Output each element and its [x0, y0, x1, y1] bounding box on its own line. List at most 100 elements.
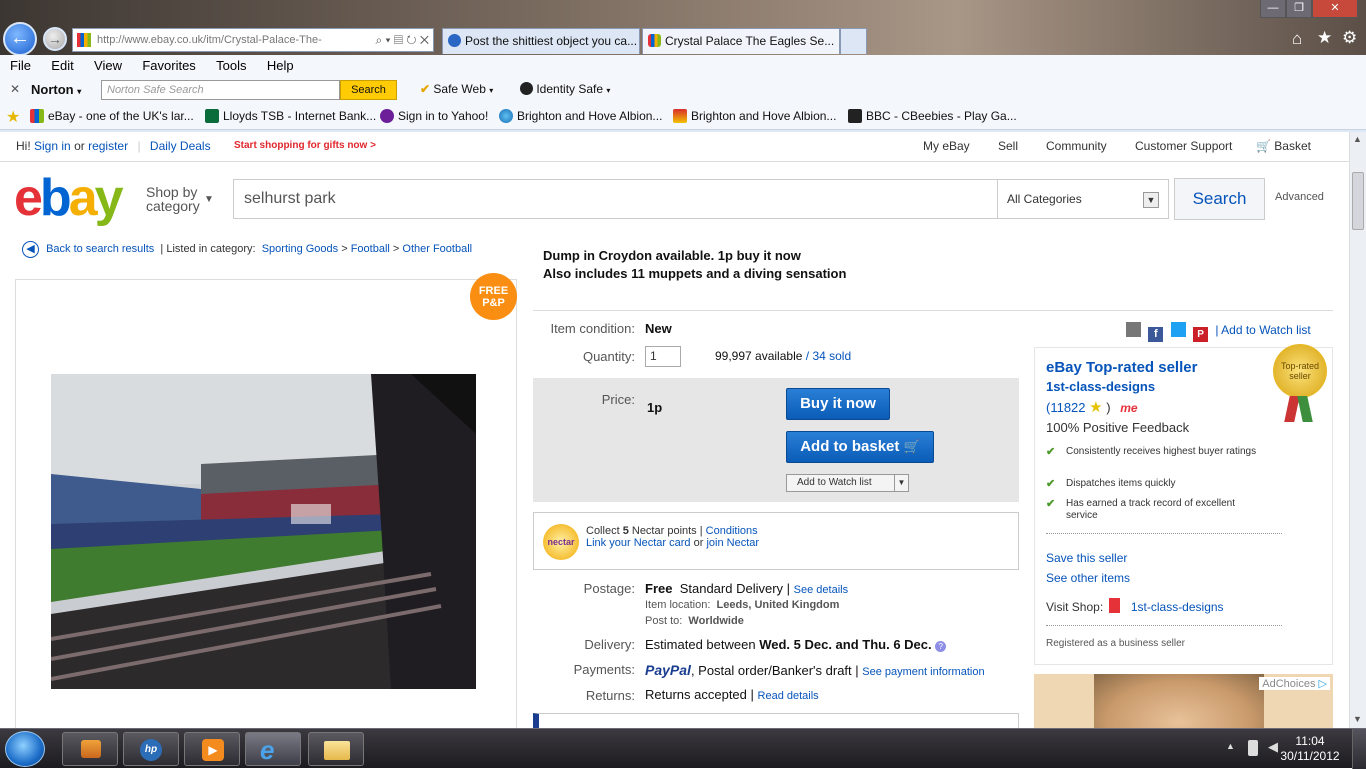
tray-power-icon[interactable]	[1248, 740, 1258, 756]
back-arrow-icon[interactable]: ◀	[22, 241, 39, 258]
safe-web-button[interactable]: ✔ Safe Web ▾	[420, 82, 493, 96]
taskbar-hp[interactable]: hp	[123, 732, 179, 766]
taskbar-app-1[interactable]	[62, 732, 118, 766]
fav-brighton-2[interactable]: Brighton and Hove Albion...	[673, 109, 836, 123]
breadcrumb-other-football[interactable]: Other Football	[402, 243, 472, 255]
shop-by-category-button[interactable]: Shop by category ▼	[146, 185, 214, 213]
address-bar[interactable]: http://www.ebay.co.uk/itm/Crystal-Palace…	[72, 28, 434, 52]
tab-post-shittiest[interactable]: Post the shittiest object you ca...	[442, 28, 640, 54]
sign-in-link[interactable]: Sign in	[34, 139, 71, 153]
maximize-button[interactable]: ❐	[1286, 0, 1312, 18]
forward-button[interactable]: →	[43, 27, 67, 51]
favorites-star-icon[interactable]: ★	[6, 107, 20, 127]
minimize-button[interactable]: —	[1260, 0, 1286, 18]
gift-promo-link[interactable]: Start shopping for gifts now >	[234, 140, 376, 151]
chevron-down-icon[interactable]: ▼	[894, 475, 908, 491]
watch-label: Add to Watch list	[797, 477, 872, 488]
shop-name-link[interactable]: 1st-class-designs	[1131, 600, 1224, 614]
norton-search-button[interactable]: Search	[340, 80, 397, 100]
start-button[interactable]	[5, 731, 45, 767]
link-nectar-card-link[interactable]: Link your Nectar card	[586, 537, 691, 549]
pinterest-icon[interactable]: P	[1193, 327, 1209, 342]
menu-tools[interactable]: Tools	[206, 55, 253, 73]
taskbar-clock[interactable]: 11:04 30/11/2012	[1280, 734, 1340, 764]
see-other-items-link[interactable]: See other items	[1046, 571, 1130, 585]
advertisement[interactable]: AdChoices ▷	[1034, 674, 1333, 728]
adchoices-label[interactable]: AdChoices ▷	[1259, 677, 1330, 690]
close-toolbar-icon[interactable]: ✕	[10, 82, 20, 96]
email-icon[interactable]	[1126, 322, 1141, 337]
breadcrumb-sporting-goods[interactable]: Sporting Goods	[262, 243, 338, 255]
fav-bbc[interactable]: BBC - CBeebies - Play Ga...	[848, 109, 1017, 123]
quantity-input[interactable]: 1	[645, 346, 681, 367]
safe-web-label: Safe Web	[433, 82, 486, 96]
ebay-logo[interactable]: ebay	[14, 170, 124, 226]
taskbar-explorer[interactable]	[308, 732, 364, 766]
menu-file[interactable]: File	[0, 55, 38, 73]
menu-view[interactable]: View	[84, 55, 129, 73]
identity-safe-button[interactable]: Identity Safe ▾	[520, 82, 610, 96]
menu-help[interactable]: Help	[257, 55, 301, 73]
home-icon[interactable]: ⌂	[1292, 29, 1302, 49]
search-button[interactable]: Search	[1174, 178, 1265, 220]
add-to-watch-list-button[interactable]: Add to Watch list ▼	[786, 474, 909, 492]
item-photo-stadium[interactable]	[51, 374, 476, 689]
nectar-conditions-link[interactable]: Conditions	[706, 525, 758, 537]
fav-yahoo[interactable]: Sign in to Yahoo!	[380, 109, 488, 123]
daily-deals-link[interactable]: Daily Deals	[150, 139, 211, 153]
add-to-watch-list-link[interactable]: | Add to Watch list	[1215, 323, 1310, 337]
sold-count-link[interactable]: 34 sold	[812, 349, 851, 363]
add-to-basket-button[interactable]: Add to basket 🛒	[786, 431, 934, 463]
read-details-link[interactable]: Read details	[758, 690, 819, 702]
norton-brand[interactable]: Norton ▾	[31, 82, 81, 97]
fav-lloyds[interactable]: Lloyds TSB - Internet Bank...	[205, 109, 376, 123]
save-seller-link[interactable]: Save this seller	[1046, 551, 1127, 565]
new-tab-button[interactable]	[840, 28, 867, 54]
hp-icon: hp	[140, 739, 162, 761]
menu-favorites[interactable]: Favorites	[132, 55, 202, 73]
feedback-count-link[interactable]: (11822	[1046, 400, 1086, 415]
community-link[interactable]: Community	[1046, 139, 1107, 153]
fav-brighton-1[interactable]: Brighton and Hove Albion...	[499, 109, 662, 123]
customer-support-link[interactable]: Customer Support	[1135, 139, 1232, 153]
seller-name-link[interactable]: 1st-class-designs	[1046, 379, 1155, 394]
close-window-button[interactable]: ✕	[1312, 0, 1358, 18]
basket-link[interactable]: 🛒 Basket	[1256, 139, 1311, 153]
page-scrollbar[interactable]: ▲ ▼	[1349, 132, 1366, 728]
me-page-icon[interactable]: me	[1120, 401, 1137, 415]
search-input[interactable]: selhurst park	[233, 179, 998, 219]
norton-search-input[interactable]: Norton Safe Search	[101, 80, 340, 100]
join-nectar-link[interactable]: join Nectar	[706, 537, 759, 549]
scrollbar-thumb[interactable]	[1352, 172, 1364, 230]
tray-volume-icon[interactable]: ◀	[1268, 739, 1278, 755]
twitter-icon[interactable]	[1170, 322, 1186, 337]
taskbar-media-player[interactable]: ▶	[184, 732, 240, 766]
breadcrumb-football[interactable]: Football	[351, 243, 390, 255]
badge-line1: FREE	[478, 285, 509, 297]
sell-link[interactable]: Sell	[998, 139, 1018, 153]
scroll-down-icon[interactable]: ▼	[1353, 714, 1362, 724]
tab-crystal-palace[interactable]: Crystal Palace The Eagles Se...	[642, 28, 840, 54]
address-tools-icon[interactable]: ⌕ ▾ ▤ ↻ ✕	[372, 29, 429, 51]
tools-gear-icon[interactable]: ⚙	[1342, 28, 1357, 48]
menu-edit[interactable]: Edit	[41, 55, 80, 73]
my-ebay-link[interactable]: My eBay	[923, 139, 970, 153]
category-select[interactable]: All Categories ▼	[997, 179, 1169, 219]
see-payment-info-link[interactable]: See payment information	[862, 666, 984, 678]
postage-see-details-link[interactable]: See details	[794, 584, 848, 596]
back-to-results-link[interactable]: Back to search results	[46, 243, 154, 255]
show-desktop-button[interactable]	[1352, 729, 1366, 769]
identity-safe-label: Identity Safe	[536, 82, 604, 96]
register-link[interactable]: register	[88, 139, 128, 153]
facebook-icon[interactable]: f	[1148, 327, 1164, 342]
scroll-up-icon[interactable]: ▲	[1353, 134, 1362, 144]
buy-it-now-button[interactable]: Buy it now	[786, 388, 890, 420]
taskbar-internet-explorer[interactable]: e	[245, 732, 301, 766]
advanced-search-link[interactable]: Advanced	[1275, 191, 1324, 203]
tray-expand-icon[interactable]: ▲	[1226, 741, 1235, 751]
fav-ebay[interactable]: eBay - one of the UK's lar...	[30, 109, 194, 123]
favorites-star-icon[interactable]: ★	[1317, 28, 1332, 48]
help-icon[interactable]: ?	[935, 641, 947, 652]
back-button[interactable]: ←	[3, 22, 37, 56]
nectar-logo: nectar	[543, 524, 579, 560]
